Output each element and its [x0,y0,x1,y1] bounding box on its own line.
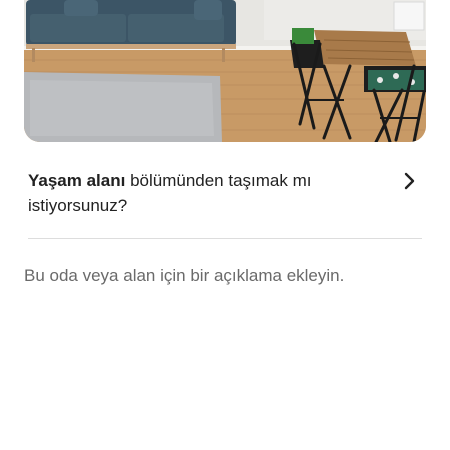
move-room-question: Yaşam alanı bölümünden taşımak mı istiyo… [28,168,368,218]
room-detail-page: Yaşam alanı bölümünden taşımak mı istiyo… [0,0,450,450]
add-description-prompt[interactable]: Bu oda veya alan için bir açıklama ekley… [24,264,424,288]
room-photo[interactable] [24,0,426,142]
move-room-prompt[interactable]: Yaşam alanı bölümünden taşımak mı istiyo… [28,168,424,228]
chevron-right-icon[interactable] [402,171,418,191]
room-name: Yaşam alanı [28,171,126,190]
room-photo-image [24,0,426,142]
divider [28,238,422,239]
